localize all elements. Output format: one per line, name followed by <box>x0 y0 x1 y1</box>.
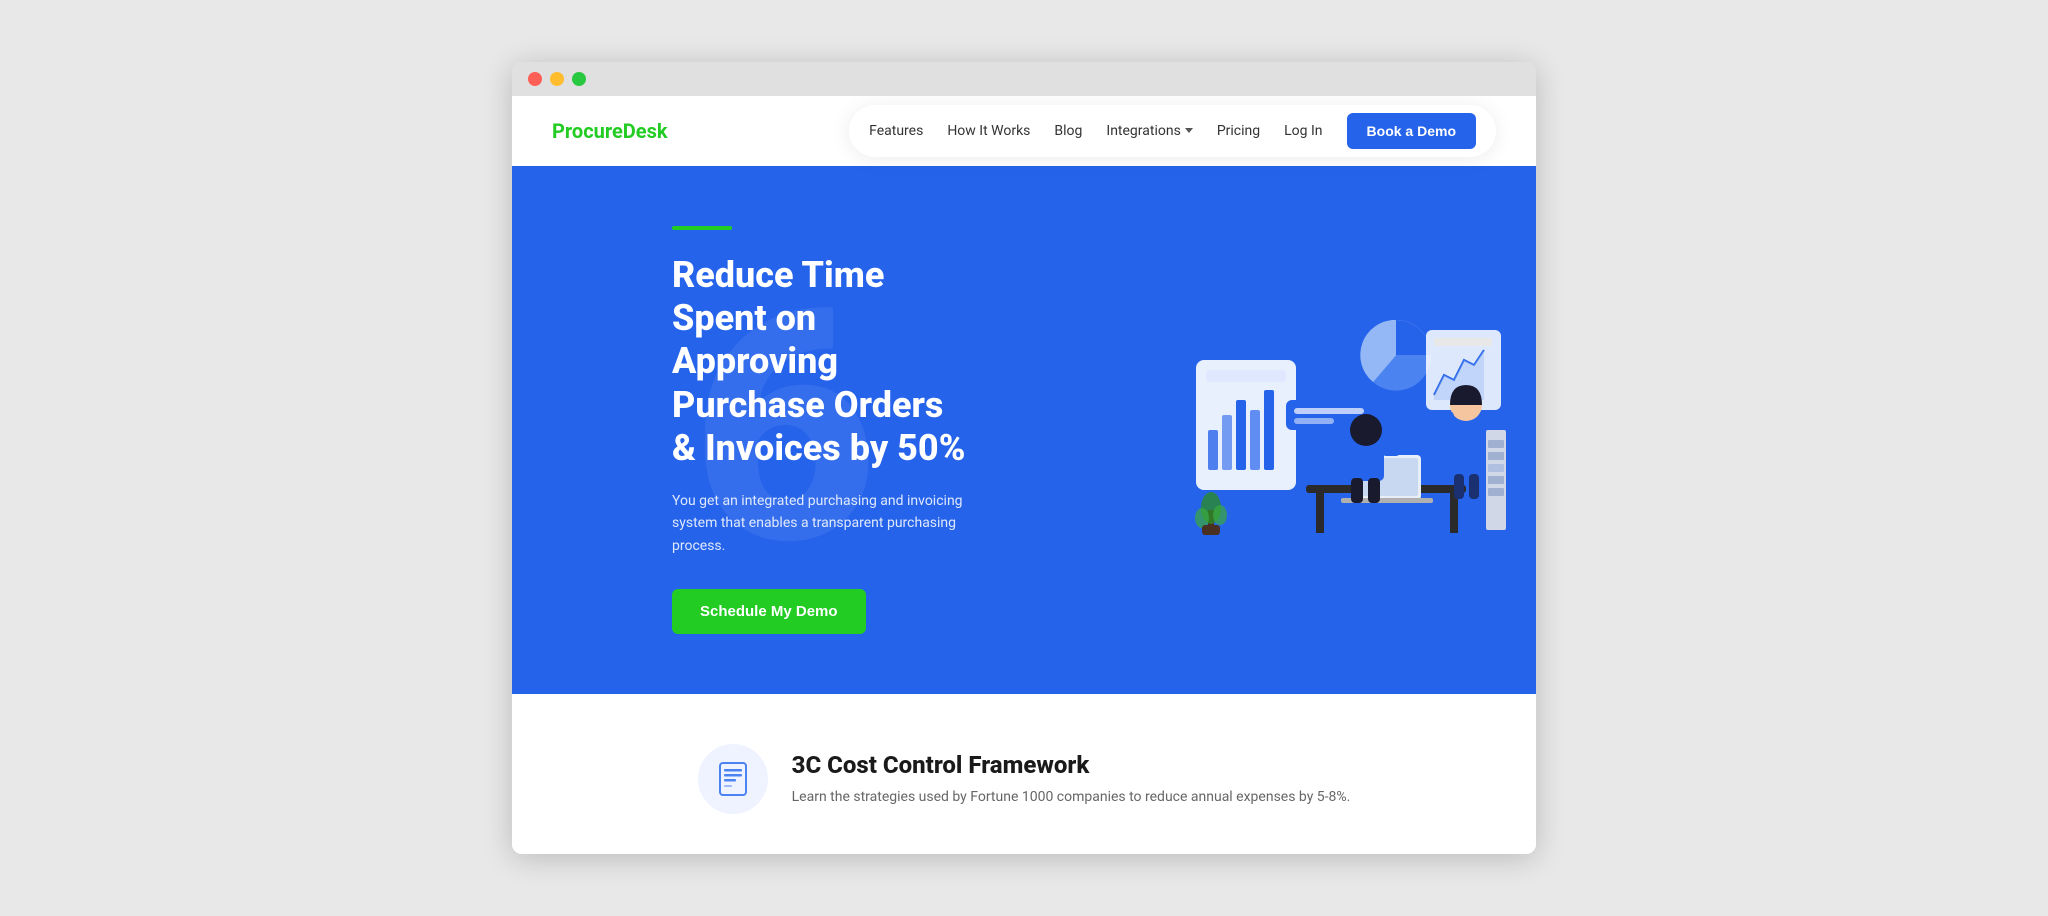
nav-pricing[interactable]: Pricing <box>1217 123 1260 139</box>
browser-window: ProcureDesk Features How It Works Blog I… <box>512 62 1536 854</box>
cost-framework-icon-wrap <box>698 744 768 814</box>
browser-chrome <box>512 62 1536 96</box>
cost-framework-heading: 3C Cost Control Framework <box>792 751 1351 779</box>
close-button[interactable] <box>528 72 542 86</box>
nav-how-it-works[interactable]: How It Works <box>947 123 1030 139</box>
nav-features[interactable]: Features <box>869 123 923 139</box>
hero-accent-line <box>672 226 732 230</box>
nav-login[interactable]: Log In <box>1284 123 1322 139</box>
document-icon <box>715 761 751 797</box>
main-nav: Features How It Works Blog Integrations … <box>849 105 1496 157</box>
hero-title: Reduce Time Spent on Approving Purchase … <box>672 254 972 470</box>
book-demo-button[interactable]: Book a Demo <box>1347 113 1476 149</box>
hero-content: Reduce Time Spent on Approving Purchase … <box>512 166 1012 694</box>
hero-subtitle: You get an integrated purchasing and inv… <box>672 490 972 557</box>
page-content: ProcureDesk Features How It Works Blog I… <box>512 96 1536 854</box>
logo[interactable]: ProcureDesk <box>552 119 668 143</box>
chevron-down-icon <box>1185 128 1193 133</box>
maximize-button[interactable] <box>572 72 586 86</box>
nav-integrations[interactable]: Integrations <box>1106 123 1192 139</box>
hero-illustration <box>1186 300 1506 560</box>
nav-blog[interactable]: Blog <box>1054 123 1082 139</box>
cost-framework-description: Learn the strategies used by Fortune 100… <box>792 787 1351 808</box>
hero-section: 6 Reduce Time Spent on Approving Purchas… <box>512 166 1536 694</box>
cost-framework-text: 3C Cost Control Framework Learn the stra… <box>792 751 1351 808</box>
header: ProcureDesk Features How It Works Blog I… <box>512 96 1536 166</box>
logo-text-desk: Desk <box>623 119 668 143</box>
logo-text-procure: Procure <box>552 119 623 143</box>
lower-section: 3C Cost Control Framework Learn the stra… <box>512 694 1536 854</box>
minimize-button[interactable] <box>550 72 564 86</box>
schedule-demo-button[interactable]: Schedule My Demo <box>672 589 866 634</box>
